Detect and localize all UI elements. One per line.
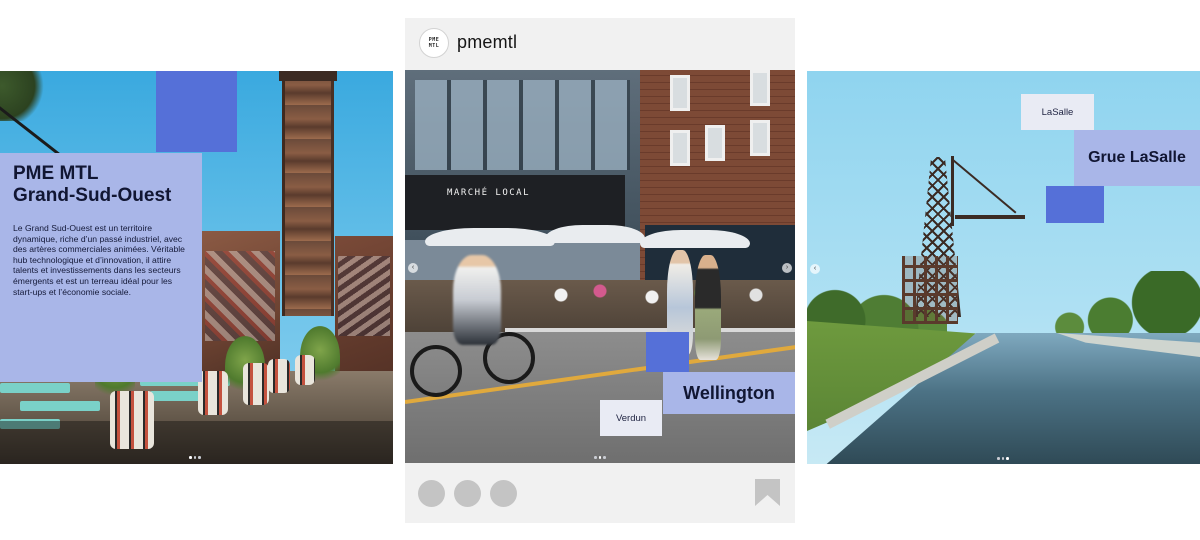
crane-mast xyxy=(951,156,954,226)
crane-base xyxy=(902,256,958,324)
window xyxy=(670,75,690,111)
window xyxy=(750,120,770,156)
bookmark-icon[interactable] xyxy=(754,479,781,506)
chevron-right-icon[interactable]: › xyxy=(782,263,792,273)
share-icon[interactable] xyxy=(490,480,517,507)
trees-right xyxy=(1037,271,1200,341)
intro-card: PME MTL Grand-Sud-Ouest Le Grand Sud-Oue… xyxy=(0,153,202,382)
avatar-logo-text: PME MTL xyxy=(428,37,440,49)
painted-barrel xyxy=(243,363,269,405)
accent-square xyxy=(646,332,689,372)
slide-title: PME MTL Grand-Sud-Ouest xyxy=(13,163,172,206)
chevron-left-icon[interactable]: ‹ xyxy=(408,263,418,273)
painted-barrel xyxy=(110,391,154,449)
window xyxy=(705,125,725,161)
painted-barrel xyxy=(295,355,315,385)
window xyxy=(750,70,770,106)
carousel-dot xyxy=(598,456,601,459)
accent-square xyxy=(1046,186,1104,223)
right-carousel-slide: LaSalle Grue LaSalle ‹ xyxy=(807,71,1200,464)
crane-cable xyxy=(952,159,1017,214)
flower-planters xyxy=(535,275,795,315)
graffiti-wall xyxy=(205,251,275,341)
picnic-table xyxy=(20,401,100,411)
carousel-dots xyxy=(997,457,1009,460)
storefront-sign-text: MARCHÉ LOCAL xyxy=(447,188,531,198)
slide-description: Le Grand Sud-Ouest est un territoire dyn… xyxy=(13,223,185,297)
carousel-dot xyxy=(594,456,597,459)
chimney-cap xyxy=(279,71,337,81)
carousel-dots xyxy=(594,456,606,459)
painted-barrel xyxy=(268,359,290,393)
left-carousel-slide: PME MTL Grand-Sud-Ouest Le Grand Sud-Oue… xyxy=(0,71,393,464)
carousel-dot xyxy=(193,456,196,459)
instagram-post: PME MTL pmemtl MARCHÉ LOCAL Wellington V… xyxy=(405,18,795,523)
pedestrian xyxy=(695,255,721,360)
patio-umbrella xyxy=(640,230,750,248)
crane-boom xyxy=(955,215,1025,219)
avatar[interactable]: PME MTL xyxy=(419,28,449,58)
patio-umbrella xyxy=(425,228,555,246)
like-icon[interactable] xyxy=(418,480,445,507)
street-name-label: Wellington xyxy=(663,372,795,414)
picnic-table xyxy=(0,383,70,393)
rusty-chimney xyxy=(282,71,334,316)
carousel-dot xyxy=(189,456,192,459)
bike-wheel xyxy=(410,345,462,397)
carousel-dot xyxy=(603,456,606,459)
building-windows xyxy=(415,80,630,170)
carousel-dot xyxy=(198,456,201,459)
username[interactable]: pmemtl xyxy=(457,30,517,54)
storefront-sign xyxy=(405,175,625,230)
chevron-left-icon[interactable]: ‹ xyxy=(810,264,820,274)
carousel-dot xyxy=(997,457,1000,460)
borough-label: LaSalle xyxy=(1021,94,1094,130)
accent-square xyxy=(156,71,237,152)
carousel-dot xyxy=(1001,457,1004,460)
landmark-label: Grue LaSalle xyxy=(1074,130,1200,186)
graffiti-wall-right xyxy=(338,256,390,336)
window xyxy=(670,130,690,166)
borough-label: Verdun xyxy=(600,400,662,436)
cyclist xyxy=(453,255,501,345)
painted-barrel xyxy=(198,371,228,415)
post-actions-bar xyxy=(405,463,795,523)
post-photo[interactable]: MARCHÉ LOCAL Wellington Verdun ‹ › xyxy=(405,70,795,463)
comment-icon[interactable] xyxy=(454,480,481,507)
carousel-dots xyxy=(189,456,201,459)
post-header: PME MTL pmemtl xyxy=(405,18,795,70)
patio-umbrella xyxy=(545,225,645,243)
carousel-dot xyxy=(1006,457,1009,460)
